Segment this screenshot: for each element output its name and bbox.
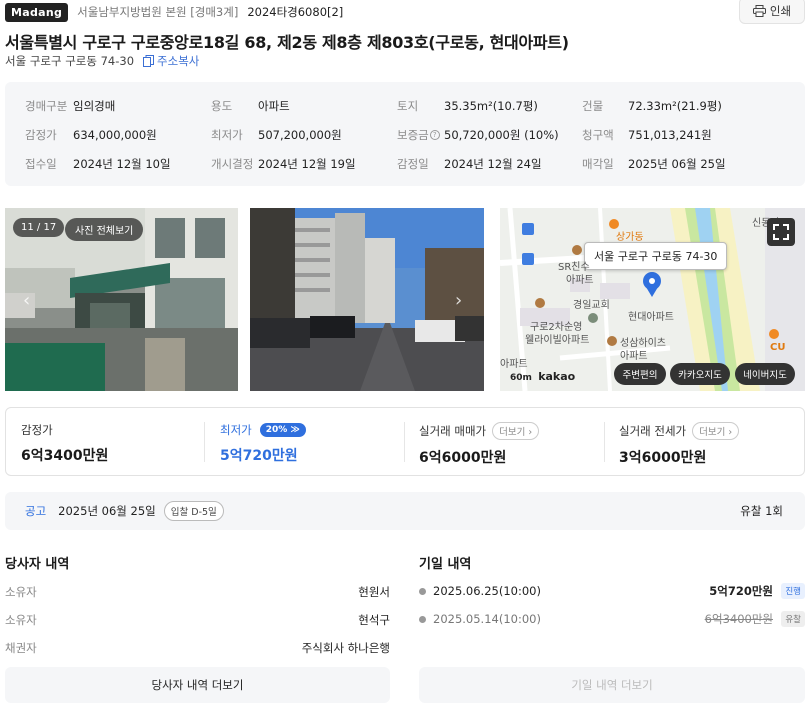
map-place-label: 아파트 bbox=[566, 275, 594, 286]
info-auction-type: 경매구분 임의경매 bbox=[25, 99, 116, 113]
sale-more-button[interactable]: 더보기 › bbox=[492, 422, 540, 440]
info-sale-date: 매각일 2025년 06월 25일 bbox=[582, 157, 726, 171]
status-dot bbox=[419, 587, 426, 595]
notice-bar: 공고 2025년 06월 25일 입찰 D-5일 유찰 1회 bbox=[5, 492, 805, 530]
brand-logo[interactable]: Madang bbox=[5, 2, 69, 22]
divider bbox=[404, 422, 405, 462]
party-row: 소유자 현석구 bbox=[5, 613, 390, 627]
auction-info-panel: 경매구분 임의경매 용도 아파트 토지 35.35m²(10.7평) 건물 72.33m… bbox=[5, 82, 805, 186]
help-icon[interactable]: ? bbox=[429, 130, 440, 140]
price-real-jeonse: 실거래 전세가 더보기 › 3억6000만원 bbox=[619, 422, 740, 467]
map-pin-label: 서울 구로구 구로동 74-30 bbox=[584, 242, 728, 270]
info-deposit: 보증금? 50,720,000원 (10%) bbox=[397, 128, 559, 142]
info-start-decision: 개시결정 2024년 12월 19일 bbox=[211, 157, 356, 171]
party-row: 소유자 현원서 bbox=[5, 585, 390, 599]
history-row: 2025.05.14(10:00) 6억3400만원 유찰 bbox=[419, 611, 805, 627]
price-minimum: 최저가 20% ≫ 5억720만원 bbox=[220, 422, 306, 465]
photo-counter: 11 / 17 bbox=[13, 218, 65, 237]
map-expand-button[interactable] bbox=[767, 218, 795, 246]
info-received: 접수일 2024년 12월 10일 bbox=[25, 157, 171, 171]
map-place-label: 경일교회 bbox=[573, 300, 610, 311]
next-photo-icon[interactable]: › bbox=[455, 290, 462, 311]
party-row: 채권자 주식회사 하나은행 bbox=[5, 641, 390, 655]
location-map[interactable]: 서울 구로구 구로동 74-30 상가동 SR친수 아파트 경일교회 구로2차순… bbox=[500, 208, 805, 391]
prev-photo-icon[interactable]: ‹ bbox=[23, 290, 30, 311]
expand-icon bbox=[773, 224, 789, 240]
parties-more-button[interactable]: 당사자 내역 더보기 bbox=[5, 667, 390, 703]
map-place-label: 아파트 bbox=[500, 359, 528, 370]
copy-address-button[interactable]: 주소복사 bbox=[143, 53, 199, 69]
property-photo-1[interactable]: 11 / 17 사진 전체보기 ‹ bbox=[5, 208, 238, 391]
lot-address: 서울 구로구 구로동 74-30 bbox=[5, 54, 135, 68]
notice-date: 2025년 06월 25일 bbox=[58, 504, 156, 518]
info-appraisal-date: 감정일 2024년 12월 24일 bbox=[397, 157, 542, 171]
street-view-image bbox=[250, 208, 484, 391]
info-appraisal: 감정가 634,000,000원 bbox=[25, 128, 157, 142]
info-min-price: 최저가 507,200,000원 bbox=[211, 128, 342, 142]
price-real-sale: 실거래 매매가 더보기 › 6억6000만원 bbox=[419, 422, 540, 467]
print-button[interactable]: 인쇄 bbox=[739, 0, 805, 24]
map-place-label: 상가동 bbox=[616, 232, 644, 243]
case-number: 2024타경6080[2] bbox=[247, 5, 344, 19]
nearby-facilities-button[interactable]: 주변편의 bbox=[614, 363, 666, 385]
map-provider-logo: kakao bbox=[538, 370, 576, 383]
print-label: 인쇄 bbox=[769, 3, 792, 18]
discount-badge: 20% ≫ bbox=[259, 423, 306, 437]
map-place-label: CU bbox=[770, 342, 786, 353]
history-more-button[interactable]: 기일 내역 더보기 bbox=[419, 667, 805, 703]
history-title: 기일 내역 bbox=[419, 557, 472, 572]
map-place-label: 현대아파트 bbox=[628, 312, 674, 323]
info-building: 건물 72.33m²(21.9평) bbox=[582, 99, 722, 113]
naver-map-button[interactable]: 네이버지도 bbox=[735, 363, 795, 385]
jeonse-more-button[interactable]: 더보기 › bbox=[692, 422, 740, 440]
auction-result: 유찰 1회 bbox=[740, 504, 783, 518]
view-all-photos-button[interactable]: 사진 전체보기 bbox=[65, 218, 144, 241]
top-bar: Madang 서울남부지방법원 본원 [경매3계] 2024타경6080[2] … bbox=[5, 0, 805, 24]
info-usage: 용도 아파트 bbox=[211, 99, 290, 113]
info-land: 토지 35.35m²(10.7평) bbox=[397, 99, 538, 113]
property-photo-2[interactable]: › bbox=[250, 208, 484, 391]
price-summary: 감정가 6억3400만원 최저가 20% ≫ 5억720만원 실거래 매매가 더보기… bbox=[5, 407, 805, 476]
divider bbox=[204, 422, 205, 462]
sub-address-row: 서울 구로구 구로동 74-30 주소복사 bbox=[5, 53, 199, 69]
map-scale: 60m kakao bbox=[510, 370, 576, 383]
dday-badge: 입찰 D-5일 bbox=[163, 501, 224, 521]
map-place-label: 아파트 bbox=[620, 351, 648, 362]
info-claim: 청구액 751,013,241원 bbox=[582, 128, 712, 142]
copy-icon bbox=[143, 55, 155, 67]
status-badge: 진행 bbox=[781, 583, 805, 599]
kakao-map-button[interactable]: 카카오지도 bbox=[670, 363, 730, 385]
notice-label: 공고 bbox=[25, 504, 47, 518]
printer-icon bbox=[752, 4, 766, 17]
status-badge: 유찰 bbox=[781, 611, 805, 627]
page-title: 서울특별시 구로구 구로중앙로18길 68, 제2동 제8층 제803호(구로동… bbox=[5, 33, 569, 52]
price-appraisal: 감정가 6억3400만원 bbox=[21, 423, 109, 464]
map-place-label: 웰라이빌아파트 bbox=[525, 335, 590, 346]
parties-title: 당사자 내역 bbox=[5, 557, 70, 572]
court-name: 서울남부지방법원 본원 [경매3계] bbox=[77, 5, 239, 19]
copy-address-label: 주소복사 bbox=[157, 54, 200, 68]
divider bbox=[604, 422, 605, 462]
history-row: 2025.06.25(10:00) 5억720만원 진행 bbox=[419, 583, 805, 599]
status-dot bbox=[419, 615, 426, 623]
